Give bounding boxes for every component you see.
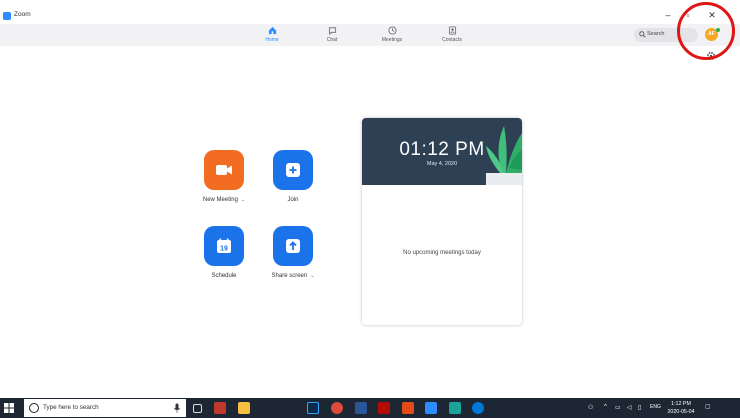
schedule-button[interactable]: 19	[204, 226, 244, 266]
top-navigation: Home Chat Meetings Contacts Search AF	[0, 24, 740, 46]
acrobat-icon[interactable]	[378, 402, 390, 414]
share-screen-options-chevron-icon[interactable]: ⌄	[310, 273, 314, 279]
video-camera-icon	[216, 165, 232, 175]
minimize-button[interactable]: –	[662, 10, 674, 20]
calendar-day: 19	[220, 246, 228, 253]
photoshop-icon[interactable]	[307, 402, 319, 414]
volume-icon[interactable]: ◁	[627, 404, 632, 411]
share-screen-tile[interactable]: Share screen ⌄	[263, 226, 323, 279]
taskbar-time: 1:12 PM	[671, 401, 691, 407]
clock-icon	[387, 26, 397, 35]
new-meeting-tile[interactable]: New Meeting ⌄	[194, 150, 254, 203]
taskbar-date: 2020-05-04	[667, 409, 695, 415]
tab-chat-label: Chat	[326, 37, 338, 43]
tray-chevron-icon[interactable]: ^	[604, 404, 607, 410]
window-titlebar: Zoom – ▫ ✕	[0, 9, 740, 25]
plus-icon	[286, 163, 300, 177]
share-screen-button[interactable]	[273, 226, 313, 266]
task-view-icon[interactable]	[193, 404, 202, 413]
tab-chat[interactable]: Chat	[312, 26, 352, 46]
cortana-icon	[29, 403, 39, 413]
tab-contacts[interactable]: Contacts	[432, 26, 472, 46]
no-meetings-message: No upcoming meetings today	[403, 250, 481, 256]
new-meeting-options-chevron-icon[interactable]: ⌄	[241, 197, 245, 203]
notifications-icon[interactable]: ▢	[705, 403, 711, 410]
edge-icon[interactable]	[472, 402, 484, 414]
tab-meetings-label: Meetings	[381, 37, 403, 43]
tab-meetings[interactable]: Meetings	[372, 26, 412, 46]
new-meeting-label: New Meeting ⌄	[202, 197, 246, 203]
search-label: Search	[647, 31, 665, 37]
join-label: Join	[287, 197, 299, 203]
join-button[interactable]	[273, 150, 313, 190]
tab-home-label: Home	[265, 37, 279, 43]
zoom-logo-icon	[3, 12, 11, 20]
windows-start-icon[interactable]	[4, 403, 14, 413]
chat-icon	[328, 27, 336, 35]
microphone-icon[interactable]	[174, 403, 180, 413]
network-icon[interactable]: ▭	[615, 404, 621, 411]
join-tile[interactable]: Join	[263, 150, 323, 203]
windows-taskbar: Type here to search ⚇ ^ ▭ ◁ ▯ ENG 1:12 P…	[0, 398, 740, 418]
battery-icon[interactable]: ▯	[638, 404, 641, 411]
word-icon[interactable]	[355, 402, 367, 414]
tab-home[interactable]: Home	[252, 26, 292, 46]
current-date: May 4, 2020	[426, 161, 458, 167]
chrome-icon[interactable]	[331, 402, 343, 414]
taskbar-app-teal-icon[interactable]	[449, 402, 461, 414]
home-icon	[268, 26, 276, 35]
zoom-taskbar-icon[interactable]	[425, 402, 437, 414]
search-icon	[639, 31, 646, 38]
file-explorer-icon[interactable]	[238, 402, 250, 414]
upcoming-meetings-card: 01:12 PM May 4, 2020 No upcoming meeting…	[362, 118, 522, 325]
taskbar-app-red-icon[interactable]	[214, 402, 226, 414]
current-time: 01:12 PM	[399, 139, 485, 160]
new-meeting-button[interactable]	[204, 150, 244, 190]
taskbar-search-placeholder: Type here to search	[43, 404, 99, 411]
schedule-label: Schedule	[211, 273, 237, 279]
contacts-icon	[448, 26, 456, 35]
clock-header: 01:12 PM May 4, 2020	[362, 118, 522, 185]
language-indicator[interactable]: ENG	[650, 404, 661, 410]
people-icon[interactable]: ⚇	[588, 404, 593, 411]
calendar-icon: 19	[217, 238, 231, 253]
highlight-circle	[677, 2, 735, 60]
share-screen-label: Share screen ⌄	[271, 273, 315, 279]
window-title: Zoom	[14, 11, 31, 18]
taskbar-search-input[interactable]: Type here to search	[24, 399, 186, 417]
share-arrow-icon	[286, 239, 300, 253]
taskbar-clock[interactable]: 1:12 PM 2020-05-04	[664, 400, 698, 416]
schedule-tile[interactable]: 19 Schedule	[194, 226, 254, 279]
office-icon[interactable]	[402, 402, 414, 414]
tab-contacts-label: Contacts	[442, 37, 462, 43]
